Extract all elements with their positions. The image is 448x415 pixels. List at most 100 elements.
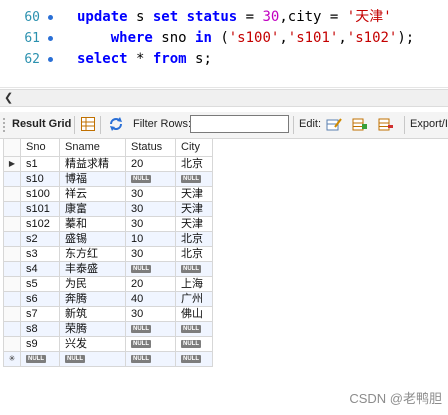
- code-line[interactable]: 61 where sno in ('s100','s101','s102');: [0, 28, 448, 49]
- grid-cell-city[interactable]: 天津: [175, 216, 213, 232]
- grid-cell-sno[interactable]: s3: [20, 246, 60, 262]
- grid-cell-sno[interactable]: NULL: [20, 351, 60, 367]
- table-row[interactable]: s4 丰泰盛 NULL NULL: [3, 261, 213, 277]
- code-line[interactable]: 60 update s set status = 30,city = '天津': [0, 7, 448, 28]
- grid-cell-sname[interactable]: 兴发: [59, 336, 126, 352]
- grid-cell-status[interactable]: NULL: [125, 336, 176, 352]
- grid-cell-city[interactable]: 天津: [175, 186, 213, 202]
- column-header-sno[interactable]: Sno: [20, 138, 60, 157]
- grid-cell-status[interactable]: 30: [125, 186, 176, 202]
- grid-cell-sno[interactable]: s100: [20, 186, 60, 202]
- grid-cell-status[interactable]: 30: [125, 201, 176, 217]
- table-row[interactable]: s2 盛锡 10 北京: [3, 231, 213, 247]
- grid-cell-sname[interactable]: 蓁和: [59, 216, 126, 232]
- row-header[interactable]: [3, 276, 21, 292]
- row-header[interactable]: [3, 291, 21, 307]
- grid-cell-sno[interactable]: s10: [20, 171, 60, 187]
- grid-cell-sname[interactable]: 为民: [59, 276, 126, 292]
- grid-cell-status[interactable]: 20: [125, 156, 176, 172]
- grid-cell-sno[interactable]: s102: [20, 216, 60, 232]
- grid-cell-city[interactable]: 天津: [175, 201, 213, 217]
- grid-cell-city[interactable]: NULL: [175, 351, 213, 367]
- code-line[interactable]: 62 select * from s;: [0, 49, 448, 70]
- table-row[interactable]: s102 蓁和 30 天津: [3, 216, 213, 232]
- filter-rows-input[interactable]: [190, 115, 289, 133]
- new-row-indicator-icon[interactable]: ✳: [3, 351, 21, 367]
- grid-cell-city[interactable]: NULL: [175, 336, 213, 352]
- row-header[interactable]: [3, 336, 21, 352]
- grid-cell-sname[interactable]: 康富: [59, 201, 126, 217]
- grid-cell-sname[interactable]: 东方红: [59, 246, 126, 262]
- row-header[interactable]: [3, 171, 21, 187]
- export-import-label[interactable]: Export/I: [410, 118, 448, 130]
- table-row[interactable]: s9 兴发 NULL NULL: [3, 336, 213, 352]
- grid-cell-sno[interactable]: s5: [20, 276, 60, 292]
- table-row[interactable]: s7 新筑 30 佛山: [3, 306, 213, 322]
- row-header[interactable]: [3, 246, 21, 262]
- column-header-sname[interactable]: Sname: [59, 138, 126, 157]
- scroll-left-icon[interactable]: ❮: [4, 91, 13, 104]
- edit-row-icon[interactable]: [326, 116, 342, 132]
- row-header[interactable]: [3, 231, 21, 247]
- add-row-icon[interactable]: [352, 116, 368, 132]
- grid-cell-sno[interactable]: s7: [20, 306, 60, 322]
- grid-cell-sname[interactable]: 盛锡: [59, 231, 126, 247]
- row-header[interactable]: [3, 321, 21, 337]
- grid-cell-sno[interactable]: s101: [20, 201, 60, 217]
- grid-cell-status[interactable]: 10: [125, 231, 176, 247]
- grid-cell-city[interactable]: 上海: [175, 276, 213, 292]
- grid-cell-city[interactable]: 广州: [175, 291, 213, 307]
- grid-cell-status[interactable]: NULL: [125, 171, 176, 187]
- grid-cell-sname[interactable]: 新筑: [59, 306, 126, 322]
- grid-cell-sno[interactable]: s4: [20, 261, 60, 277]
- row-header[interactable]: [3, 261, 21, 277]
- column-header-city[interactable]: City: [175, 138, 213, 157]
- grid-cell-status[interactable]: NULL: [125, 261, 176, 277]
- grid-cell-city[interactable]: 北京: [175, 156, 213, 172]
- refresh-icon[interactable]: [108, 116, 124, 132]
- result-grid-tab[interactable]: Result Grid: [12, 118, 71, 130]
- table-row[interactable]: ✳ NULL NULL NULL NULL: [3, 351, 213, 367]
- row-header[interactable]: [3, 216, 21, 232]
- table-row[interactable]: s10 博福 NULL NULL: [3, 171, 213, 187]
- grid-cell-sno[interactable]: s2: [20, 231, 60, 247]
- table-row[interactable]: s101 康富 30 天津: [3, 201, 213, 217]
- table-row[interactable]: ▶ s1 精益求精 20 北京: [3, 156, 213, 172]
- delete-row-icon[interactable]: [378, 116, 394, 132]
- grid-cell-sname[interactable]: 祥云: [59, 186, 126, 202]
- grid-cell-city[interactable]: 北京: [175, 246, 213, 262]
- grid-cell-status[interactable]: 40: [125, 291, 176, 307]
- column-header-status[interactable]: Status: [125, 138, 176, 157]
- grid-cell-status[interactable]: 30: [125, 216, 176, 232]
- current-row-indicator-icon[interactable]: ▶: [3, 156, 21, 172]
- table-row[interactable]: s8 荣腾 NULL NULL: [3, 321, 213, 337]
- table-row[interactable]: s6 奔腾 40 广州: [3, 291, 213, 307]
- row-header[interactable]: [3, 306, 21, 322]
- grid-cell-sname[interactable]: 博福: [59, 171, 126, 187]
- row-header[interactable]: [3, 186, 21, 202]
- grid-cell-sname[interactable]: 丰泰盛: [59, 261, 126, 277]
- horizontal-scrollbar[interactable]: ❮: [0, 89, 448, 107]
- grid-cell-sno[interactable]: s8: [20, 321, 60, 337]
- grid-cell-sname[interactable]: 精益求精: [59, 156, 126, 172]
- grid-cell-city[interactable]: 北京: [175, 231, 213, 247]
- grid-cell-status[interactable]: 30: [125, 246, 176, 262]
- grid-cell-status[interactable]: NULL: [125, 351, 176, 367]
- grid-layout-icon[interactable]: [80, 116, 96, 132]
- grid-cell-sname[interactable]: 奔腾: [59, 291, 126, 307]
- grid-cell-city[interactable]: NULL: [175, 171, 213, 187]
- grid-cell-sname[interactable]: 荣腾: [59, 321, 126, 337]
- grid-cell-sname[interactable]: NULL: [59, 351, 126, 367]
- grid-cell-sno[interactable]: s9: [20, 336, 60, 352]
- sql-editor[interactable]: 60 update s set status = 30,city = '天津' 61…: [0, 0, 448, 88]
- grid-cell-status[interactable]: NULL: [125, 321, 176, 337]
- row-header[interactable]: [3, 201, 21, 217]
- table-row[interactable]: s100 祥云 30 天津: [3, 186, 213, 202]
- grid-cell-city[interactable]: 佛山: [175, 306, 213, 322]
- grid-cell-sno[interactable]: s6: [20, 291, 60, 307]
- table-row[interactable]: s5 为民 20 上海: [3, 276, 213, 292]
- grid-cell-sno[interactable]: s1: [20, 156, 60, 172]
- grid-cell-city[interactable]: NULL: [175, 321, 213, 337]
- grid-cell-status[interactable]: 20: [125, 276, 176, 292]
- table-row[interactable]: s3 东方红 30 北京: [3, 246, 213, 262]
